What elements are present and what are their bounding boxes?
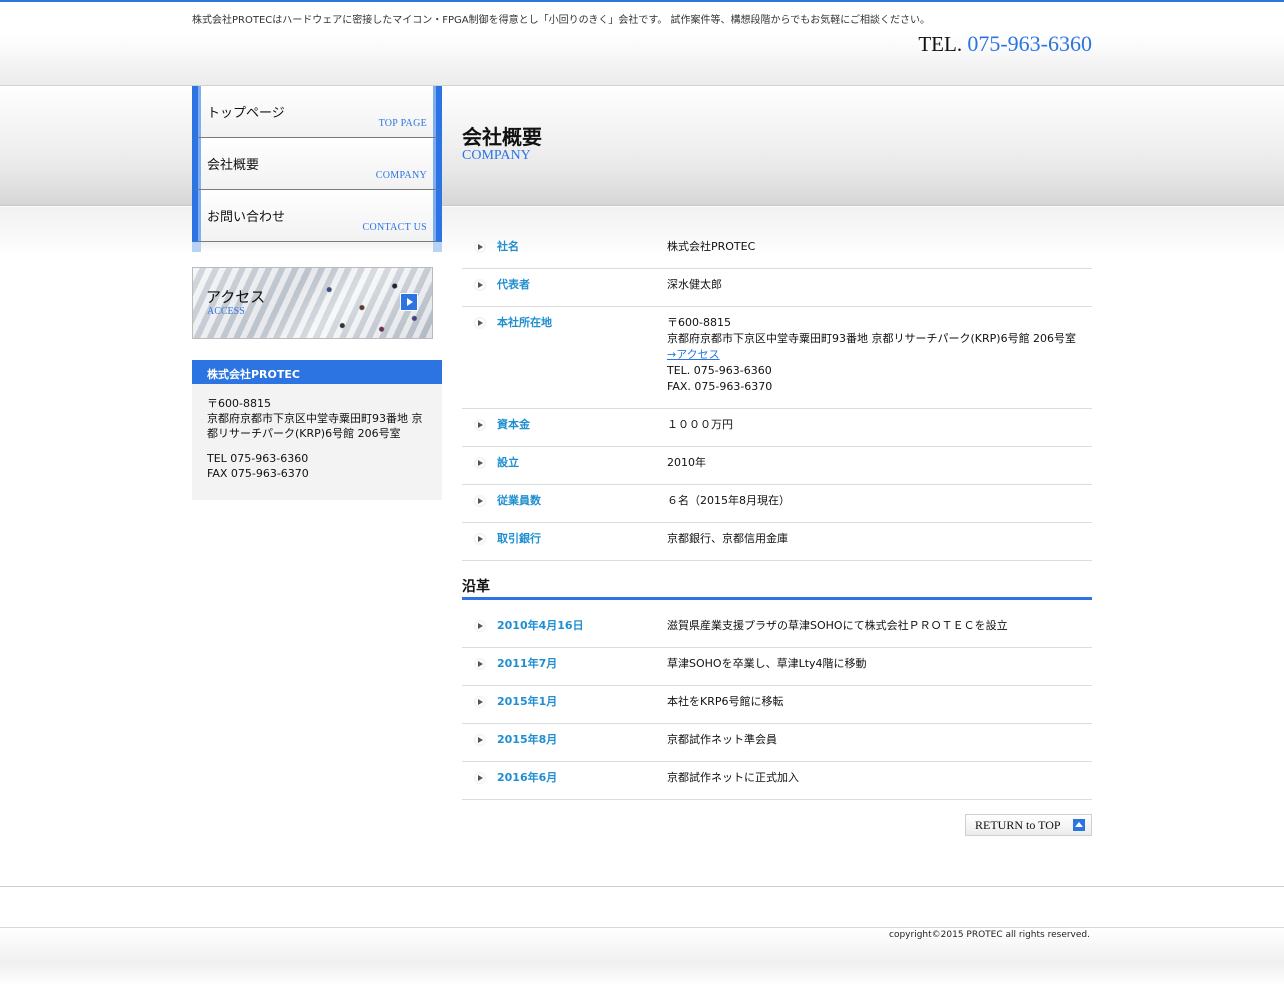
row-value-tel: TEL. 075-963-6360 <box>667 364 772 377</box>
table-row: 2015年1月 本社をKRP6号館に移転 <box>462 686 1092 724</box>
return-to-top-button[interactable]: RETURN to TOP <box>965 814 1092 836</box>
nav-sublabel: COMPANY <box>375 170 427 181</box>
arrow-right-icon <box>400 293 418 311</box>
bullet-arrow-icon <box>474 241 486 253</box>
table-row: 本社所在地 〒600-8815 京都府京都市下京区中堂寺粟田町93番地 京都リサ… <box>462 307 1092 409</box>
bullet-arrow-icon <box>474 317 486 329</box>
history-date: 2016年6月 <box>497 771 558 784</box>
nav-item-top[interactable]: トップページ TOP PAGE <box>192 86 442 138</box>
bullet-arrow-icon <box>474 620 486 632</box>
row-label: 社名 <box>497 240 519 253</box>
tel-number: 075-963-6360 <box>967 31 1092 56</box>
row-label: 資本金 <box>497 418 530 431</box>
row-value: 株式会社PROTEC <box>667 240 756 253</box>
row-value-fax: FAX. 075-963-6370 <box>667 380 773 393</box>
nav-item-company[interactable]: 会社概要 COMPANY <box>192 138 442 190</box>
access-label: アクセス <box>206 288 266 306</box>
table-row: 2016年6月 京都試作ネットに正式加入 <box>462 762 1092 800</box>
bullet-arrow-icon <box>474 419 486 431</box>
company-tel: TEL 075-963-6360 <box>207 452 309 465</box>
bullet-arrow-icon <box>474 734 486 746</box>
row-label: 取引銀行 <box>497 532 541 545</box>
table-row: 社名 株式会社PROTEC <box>462 231 1092 269</box>
row-value: 深水健太郎 <box>667 278 722 291</box>
bullet-arrow-icon <box>474 658 486 670</box>
table-row: 2011年7月 草津SOHOを卒業し、草津Lty4階に移動 <box>462 648 1092 686</box>
header-phone: TEL. 075-963-6360 <box>918 31 1092 57</box>
company-zip: 〒600-8815 <box>207 397 271 410</box>
nav-sublabel: TOP PAGE <box>378 118 427 129</box>
arrow-up-icon <box>1073 819 1085 831</box>
table-row: 設立 2010年 <box>462 447 1092 485</box>
page-subtitle: COMPANY <box>462 148 531 163</box>
row-value: 2010年 <box>667 456 706 469</box>
nav-item-contact[interactable]: お問い合わせ CONTACT US <box>192 190 442 242</box>
table-row: 従業員数 ６名（2015年8月現在） <box>462 485 1092 523</box>
tel-label: TEL. <box>918 32 963 56</box>
nav-label: トップページ <box>207 106 285 121</box>
history-date: 2015年8月 <box>497 733 558 746</box>
table-row: 資本金 １０００万円 <box>462 409 1092 447</box>
history-heading: 沿革 <box>462 576 1092 600</box>
site-tagline: 株式会社PROTECはハードウェアに密接したマイコン・FPGA制御を得意とし「小… <box>192 15 931 26</box>
row-value: １０００万円 <box>667 418 733 431</box>
bullet-arrow-icon <box>474 457 486 469</box>
bullet-arrow-icon <box>474 533 486 545</box>
history-event: 京都試作ネット準会員 <box>667 733 777 746</box>
copyright: copyright©2015 PROTEC all rights reserve… <box>889 930 1090 940</box>
company-info-box: 株式会社PROTEC 〒600-8815 京都府京都市下京区中堂寺粟田町93番地… <box>192 360 442 500</box>
history-date: 2010年4月16日 <box>497 619 584 632</box>
history-event: 草津SOHOを卒業し、草津Lty4階に移動 <box>667 657 867 670</box>
row-label: 本社所在地 <box>497 316 552 329</box>
history-event: 本社をKRP6号館に移転 <box>667 695 784 708</box>
history-table: 2010年4月16日 滋賀県産業支援プラザの草津SOHOにて株式会社ＰＲＯＴＥＣ… <box>462 610 1092 800</box>
table-row: 2015年8月 京都試作ネット準会員 <box>462 724 1092 762</box>
nav-label: 会社概要 <box>207 158 260 173</box>
row-value-zip: 〒600-8815 <box>667 316 731 329</box>
footer <box>0 927 1284 986</box>
table-row: 取引銀行 京都銀行、京都信用金庫 <box>462 523 1092 561</box>
footer-divider <box>0 886 1284 887</box>
profile-table: 社名 株式会社PROTEC 代表者 深水健太郎 本社所在地 〒600-8815 … <box>462 231 1092 561</box>
access-sublabel: ACCESS <box>207 306 245 317</box>
company-fax: FAX 075-963-6370 <box>207 467 309 480</box>
main-nav: トップページ TOP PAGE 会社概要 COMPANY お問い合わせ CONT… <box>192 86 442 252</box>
bullet-arrow-icon <box>474 696 486 708</box>
access-banner[interactable]: アクセス ACCESS <box>192 267 433 339</box>
table-row: 代表者 深水健太郎 <box>462 269 1092 307</box>
bullet-arrow-icon <box>474 279 486 291</box>
company-box-title: 株式会社PROTEC <box>192 360 442 384</box>
row-value: 京都銀行、京都信用金庫 <box>667 532 788 545</box>
row-label: 代表者 <box>497 278 530 291</box>
access-link[interactable]: →アクセス <box>667 348 720 361</box>
nav-sublabel: CONTACT US <box>362 222 427 233</box>
return-to-top-label: RETURN to TOP <box>975 818 1061 832</box>
bullet-arrow-icon <box>474 772 486 784</box>
history-event: 滋賀県産業支援プラザの草津SOHOにて株式会社ＰＲＯＴＥＣを設立 <box>667 619 1008 632</box>
row-label: 設立 <box>497 456 519 469</box>
bullet-arrow-icon <box>474 495 486 507</box>
row-label: 従業員数 <box>497 494 541 507</box>
history-date: 2015年1月 <box>497 695 558 708</box>
row-value: ６名（2015年8月現在） <box>667 494 790 507</box>
company-address: 京都府京都市下京区中堂寺粟田町93番地 京都リサーチパーク(KRP)6号館 20… <box>207 412 423 440</box>
table-row: 2010年4月16日 滋賀県産業支援プラザの草津SOHOにて株式会社ＰＲＯＴＥＣ… <box>462 610 1092 648</box>
history-event: 京都試作ネットに正式加入 <box>667 771 799 784</box>
row-value-address: 京都府京都市下京区中堂寺粟田町93番地 京都リサーチパーク(KRP)6号館 20… <box>667 332 1077 345</box>
nav-label: お問い合わせ <box>207 210 286 225</box>
page-title: 会社概要 <box>462 125 542 149</box>
nav-tail <box>192 242 442 252</box>
history-date: 2011年7月 <box>497 657 558 670</box>
